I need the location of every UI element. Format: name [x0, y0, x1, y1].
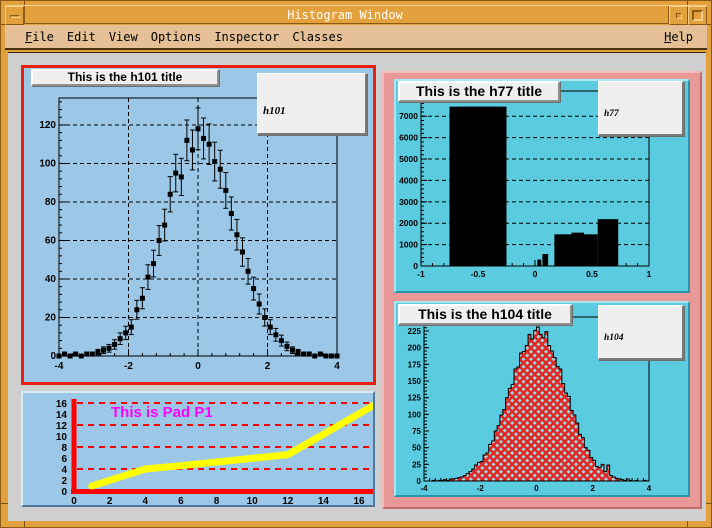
svg-text:10: 10 — [56, 432, 68, 443]
svg-text:16: 16 — [56, 399, 68, 410]
pad-h77[interactable]: -1 -0.5 0 0.5 1 0 1000 2000 3000 4000 5000 6000 7000… — [394, 79, 690, 293]
pad-h104[interactable]: -4 -2 0 2 4 0 25 50 75 100 125 150 175 200 225 This is… — [394, 301, 690, 497]
svg-text:4: 4 — [61, 465, 67, 476]
menu-item-options[interactable]: Options — [151, 30, 202, 44]
svg-text:-1: -1 — [417, 269, 425, 279]
resize-handle[interactable] — [687, 520, 688, 527]
h104-stats-box: h104 Nent = 3056 Mean = -0.002 RMS = 1.0… — [598, 305, 684, 360]
svg-text:200: 200 — [408, 344, 422, 353]
svg-text:20: 20 — [45, 312, 57, 323]
h77-stats-box: h77 Nent = 15000 Mean = -0.000 RMS = 0.5… — [598, 81, 684, 136]
svg-text:5000: 5000 — [399, 154, 418, 164]
minimize-button[interactable] — [669, 6, 688, 25]
root-canvas[interactable]: -4-2024020406080100120 This is the h101 … — [8, 52, 706, 521]
svg-text:2: 2 — [61, 476, 67, 487]
svg-text:2: 2 — [591, 484, 596, 493]
svg-text:8: 8 — [61, 443, 67, 454]
svg-text:2000: 2000 — [399, 218, 418, 228]
menu-item-inspector[interactable]: Inspector — [214, 30, 279, 44]
h104-title-box: This is the h104 title — [398, 304, 572, 325]
maximize-icon — [692, 10, 703, 21]
svg-text:0: 0 — [50, 351, 56, 362]
svg-text:1000: 1000 — [399, 240, 418, 250]
svg-text:2: 2 — [107, 496, 113, 505]
svg-text:6: 6 — [178, 496, 184, 505]
menu-item-edit[interactable]: Edit — [67, 30, 96, 44]
window-menu-button[interactable] — [5, 6, 24, 25]
h101-title-box: This is the h101 title — [31, 69, 219, 86]
svg-text:6000: 6000 — [399, 133, 418, 143]
minimize-icon — [676, 13, 682, 19]
svg-text:120: 120 — [39, 120, 56, 131]
svg-text:-0.5: -0.5 — [471, 269, 486, 279]
svg-text:-2: -2 — [477, 484, 485, 493]
pad-h101[interactable]: -4-2024020406080100120 This is the h101 … — [21, 65, 376, 385]
window-menu-dash-icon — [10, 15, 20, 18]
h101-stats-box: h101 Nent = 3056 Mean = -0.002 RMS = 1.0… — [257, 73, 367, 135]
svg-text:50: 50 — [412, 444, 421, 453]
svg-text:0: 0 — [533, 269, 538, 279]
svg-text:0.5: 0.5 — [586, 269, 598, 279]
menubar: File Edit View Options Inspector Classes… — [5, 25, 707, 50]
svg-text:-2: -2 — [124, 361, 133, 372]
stats-name: h77 — [604, 108, 677, 120]
svg-text:This is Pad P1: This is Pad P1 — [111, 404, 213, 421]
svg-text:-4: -4 — [420, 484, 428, 493]
svg-text:0: 0 — [61, 487, 67, 498]
window-title: Histogram Window — [31, 8, 659, 22]
svg-text:0: 0 — [195, 361, 201, 372]
svg-text:0: 0 — [417, 477, 422, 486]
menu-item-help[interactable]: Help — [664, 30, 693, 44]
svg-text:0: 0 — [413, 261, 418, 271]
resize-handle[interactable] — [1, 503, 8, 504]
svg-text:7000: 7000 — [399, 111, 418, 121]
svg-text:100: 100 — [408, 410, 422, 419]
svg-text:14: 14 — [318, 496, 330, 505]
menu-item-file[interactable]: File — [25, 30, 54, 44]
maximize-button[interactable] — [688, 6, 707, 25]
svg-text:0: 0 — [71, 496, 77, 505]
svg-text:40: 40 — [45, 274, 57, 285]
svg-text:125: 125 — [408, 394, 422, 403]
menu-item-view[interactable]: View — [109, 30, 138, 44]
svg-text:100: 100 — [39, 158, 56, 169]
svg-text:4: 4 — [334, 361, 340, 372]
svg-text:12: 12 — [282, 496, 294, 505]
svg-text:8: 8 — [214, 496, 220, 505]
svg-text:150: 150 — [408, 377, 422, 386]
resize-handle[interactable] — [24, 520, 25, 527]
svg-text:6: 6 — [61, 454, 67, 465]
titlebar[interactable]: Histogram Window — [5, 5, 707, 24]
svg-text:12: 12 — [56, 421, 68, 432]
svg-text:80: 80 — [45, 197, 57, 208]
stats-name: h104 — [604, 332, 677, 344]
pad-pink-container[interactable]: -1-0.500.5101000200030004000500060007000… — [382, 71, 702, 509]
svg-text:25: 25 — [412, 460, 421, 469]
svg-text:60: 60 — [45, 235, 57, 246]
histogram-window: Histogram Window File Edit View Options … — [0, 0, 712, 528]
svg-text:175: 175 — [408, 360, 422, 369]
svg-text:4: 4 — [647, 484, 652, 493]
pad-p1[interactable]: 02468101214160246810121416This is Pad P1 — [21, 391, 375, 507]
svg-text:4000: 4000 — [399, 175, 418, 185]
svg-text:3000: 3000 — [399, 197, 418, 207]
menu-item-classes[interactable]: Classes — [292, 30, 343, 44]
svg-text:10: 10 — [247, 496, 259, 505]
svg-text:1: 1 — [647, 269, 652, 279]
svg-text:2: 2 — [265, 361, 271, 372]
h77-title-box: This is the h77 title — [398, 81, 560, 102]
svg-text:225: 225 — [408, 327, 422, 336]
svg-text:75: 75 — [412, 427, 421, 436]
svg-text:4: 4 — [142, 496, 148, 505]
svg-text:0: 0 — [534, 484, 539, 493]
p1-plot: 02468101214160246810121416This is Pad P1 — [23, 393, 373, 505]
svg-text:16: 16 — [353, 496, 365, 505]
svg-text:-4: -4 — [55, 361, 64, 372]
svg-text:14: 14 — [56, 410, 68, 421]
stats-name: h101 — [263, 104, 360, 118]
